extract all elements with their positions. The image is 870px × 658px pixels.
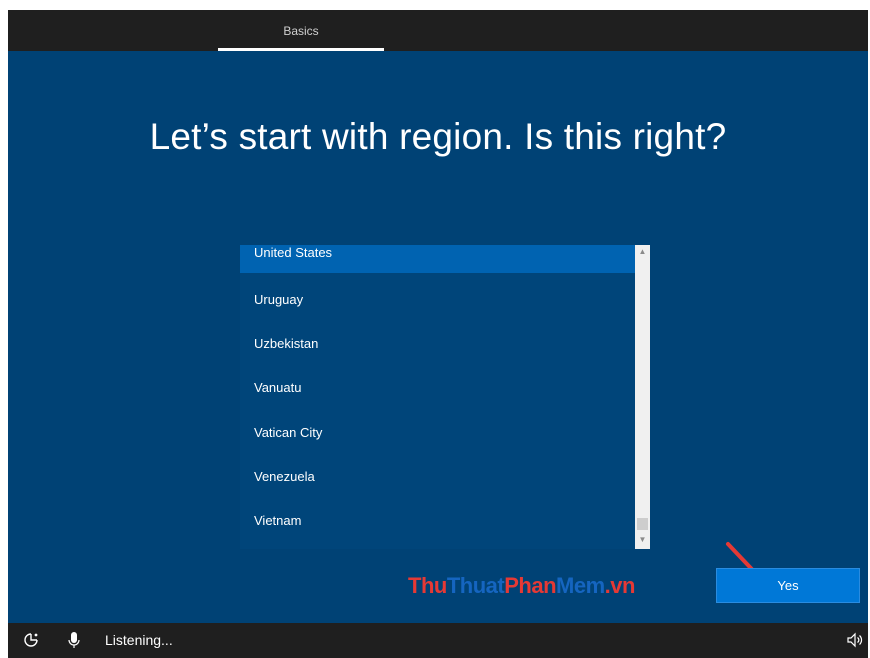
watermark-logo: ThuThuatPhanMem.vn: [408, 573, 635, 599]
yes-button[interactable]: Yes: [716, 568, 860, 603]
watermark-part: Phan: [504, 573, 557, 598]
scroll-down-icon[interactable]: ▼: [635, 533, 650, 547]
watermark-part: Thu: [408, 573, 447, 598]
microphone-icon[interactable]: [65, 631, 83, 649]
ease-of-access-icon[interactable]: [22, 631, 40, 649]
list-item-vietnam[interactable]: Vietnam: [240, 510, 635, 542]
scroll-thumb[interactable]: [637, 518, 648, 530]
list-item-venezuela[interactable]: Venezuela: [240, 466, 635, 498]
watermark-part: Thuat: [446, 573, 505, 598]
list-scrollbar[interactable]: ▲ ▼: [635, 245, 650, 549]
top-bar: Basics: [8, 10, 868, 51]
oobe-window: Basics Let’s start with region. Is this …: [8, 10, 868, 658]
list-item-uzbekistan[interactable]: Uzbekistan: [240, 333, 635, 365]
region-list[interactable]: United States Uruguay Uzbekistan Vanuatu…: [240, 245, 650, 549]
scroll-up-icon[interactable]: ▲: [635, 245, 650, 259]
listening-status: Listening...: [105, 632, 173, 648]
volume-icon[interactable]: [846, 631, 864, 649]
list-item-vanuatu[interactable]: Vanuatu: [240, 377, 635, 409]
page-title: Let’s start with region. Is this right?: [149, 116, 727, 157]
bottom-bar: Listening...: [8, 623, 868, 658]
list-item-vatican-city[interactable]: Vatican City: [240, 422, 635, 454]
tab-basics[interactable]: Basics: [218, 10, 384, 51]
list-item-united-states[interactable]: United States: [240, 245, 635, 273]
main-panel: Let’s start with region. Is this right? …: [8, 51, 868, 623]
list-item-uruguay[interactable]: Uruguay: [240, 289, 635, 321]
watermark-part: .vn: [604, 573, 636, 598]
watermark-part: Mem: [556, 573, 605, 598]
